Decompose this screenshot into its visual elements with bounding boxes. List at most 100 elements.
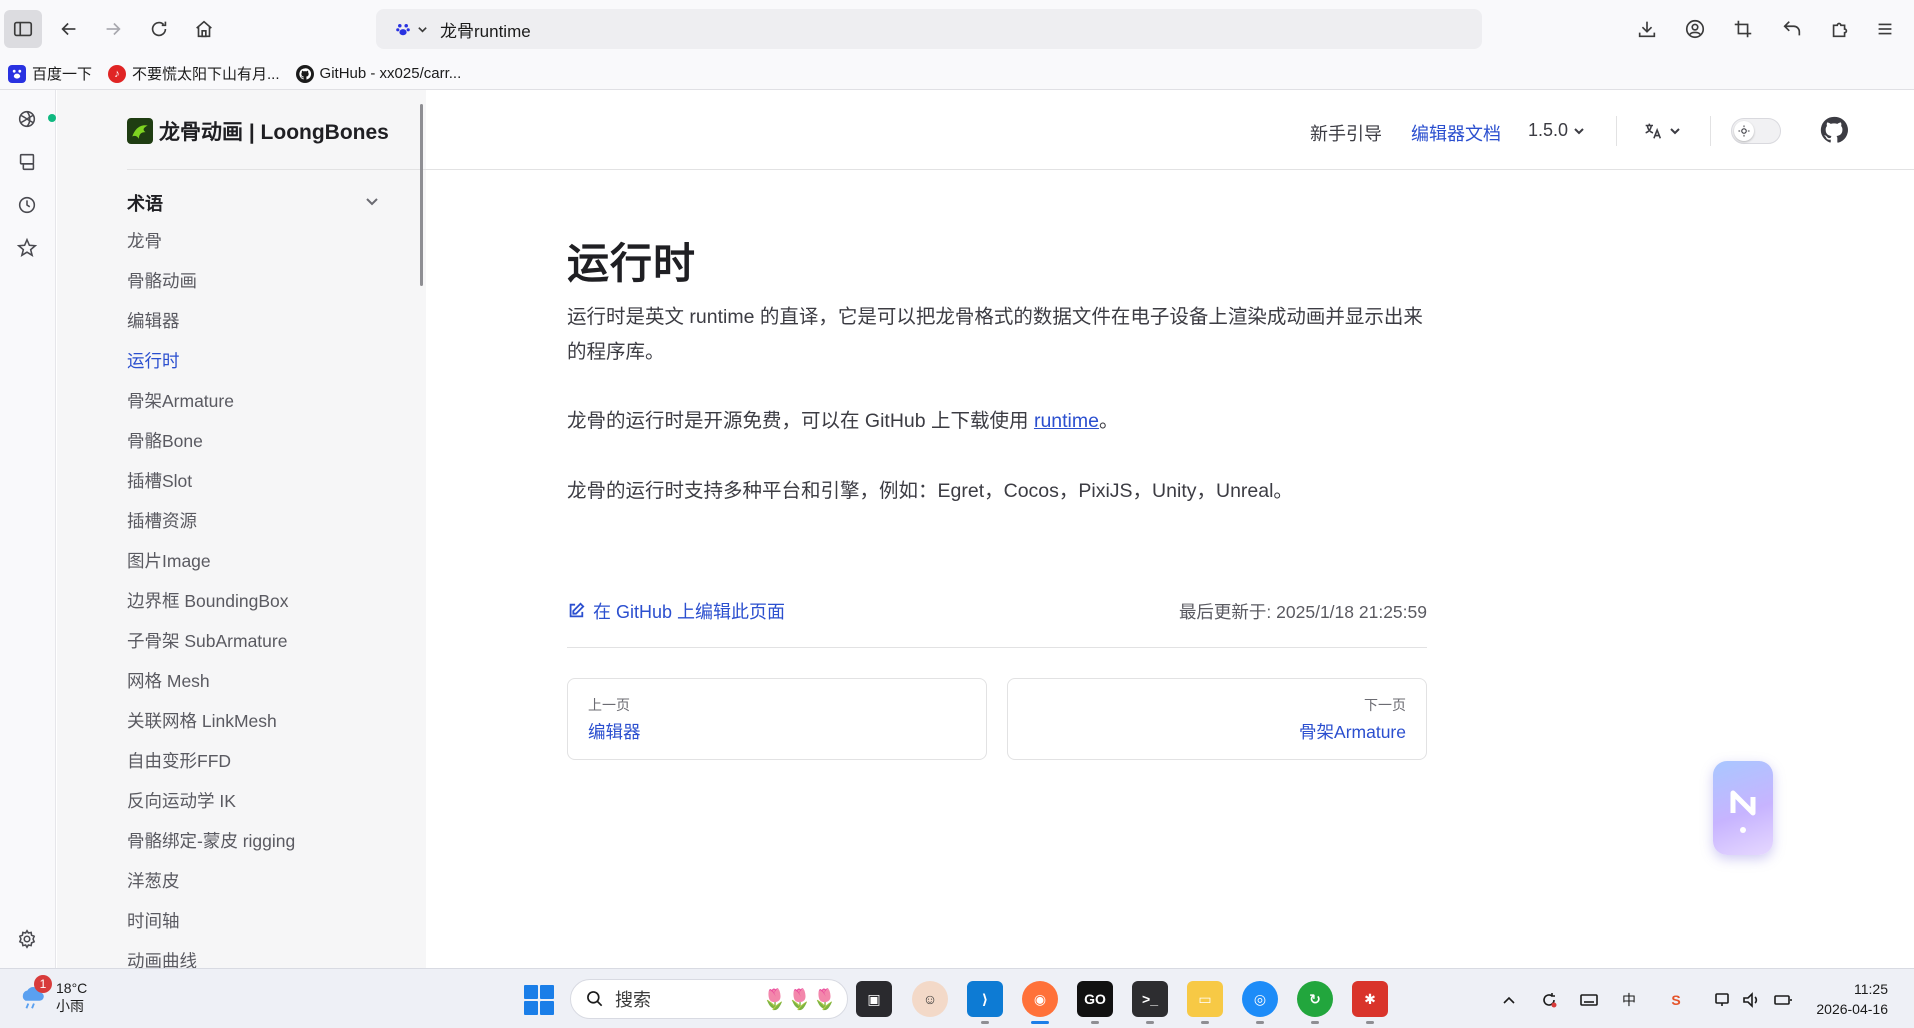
sidebar-item-longgu[interactable]: 龙骨 <box>127 230 295 270</box>
extensions-button[interactable] <box>1821 10 1859 48</box>
keyboard-tray-icon[interactable] <box>1578 989 1600 1011</box>
windows-taskbar: 1 18°C 小雨 搜索 🌷🌷🌷 ▣ ☺ ⟩ ◉ GO >_ ▭ ◎ ↻ ✱ 中… <box>0 968 1914 1028</box>
address-bar[interactable]: 龙骨runtime <box>376 9 1482 49</box>
sogou-ime-icon[interactable]: S <box>1665 989 1687 1011</box>
sidebar-item-armature[interactable]: 骨架Armature <box>127 390 295 430</box>
synced-tabs-button[interactable] <box>12 147 42 177</box>
sidebar-item-onion-skin[interactable]: 洋葱皮 <box>127 870 295 910</box>
github-link[interactable] <box>1820 116 1850 146</box>
avatar-app-icon[interactable]: ☺ <box>912 981 948 1017</box>
chevron-down-icon <box>1670 128 1680 135</box>
paragraph-open-source: 龙骨的运行时是开源免费，可以在 GitHub 上下载使用 runtime。 <box>567 404 1427 439</box>
weather-widget[interactable]: 1 18°C 小雨 <box>18 975 88 1015</box>
divider <box>1710 116 1711 146</box>
red-app-icon[interactable]: ✱ <box>1352 981 1388 1017</box>
volume-tray-icon[interactable] <box>1740 989 1762 1011</box>
sidebar-section-title[interactable]: 术语 <box>127 190 163 216</box>
bookmark-baidu[interactable]: 百度一下 <box>8 63 92 84</box>
sidebar-item-timeline[interactable]: 时间轴 <box>127 910 295 950</box>
terminal-icon[interactable]: >_ <box>1132 981 1168 1017</box>
screenshot-button[interactable] <box>1724 10 1762 48</box>
prev-page-link[interactable]: 上一页 编辑器 <box>567 678 987 760</box>
nav-guide-link[interactable]: 新手引导 <box>1310 120 1382 146</box>
reload-button[interactable] <box>140 10 178 48</box>
ai-chat-button[interactable] <box>12 104 56 134</box>
brand-title: 龙骨动画 | LoongBones <box>159 121 389 144</box>
sidebar-item-boundingbox[interactable]: 边界框 BoundingBox <box>127 590 295 630</box>
bookmark-label: 百度一下 <box>32 66 93 83</box>
account-button[interactable] <box>1676 10 1714 48</box>
sidebar-item-ik[interactable]: 反向运动学 IK <box>127 790 295 830</box>
firefox-icon[interactable]: ◉ <box>1022 981 1058 1017</box>
battery-tray-icon[interactable] <box>1772 989 1794 1011</box>
download-icon <box>1638 21 1656 38</box>
ime-indicator[interactable]: 中 <box>1618 989 1640 1011</box>
bookmarks-button[interactable] <box>12 233 42 263</box>
search-icon <box>587 991 603 1007</box>
forward-button[interactable] <box>94 10 132 48</box>
downloads-button[interactable] <box>1628 10 1666 48</box>
version-dropdown[interactable]: 1.5.0 <box>1528 120 1586 141</box>
site-brand[interactable]: 龙骨动画 | LoongBones <box>127 116 389 146</box>
sidebar-icon <box>13 21 33 37</box>
sidebar-item-ffd[interactable]: 自由变形FFD <box>127 750 295 790</box>
sidebar-item-subarmature[interactable]: 子骨架 SubArmature <box>127 630 295 670</box>
task-view-icon[interactable]: ▣ <box>856 981 892 1017</box>
bookmark-netease-music[interactable]: ♪ 不要慌太阳下山有月... <box>108 63 280 84</box>
home-button[interactable] <box>185 10 223 48</box>
sidebar-item-mesh[interactable]: 网格 Mesh <box>127 670 295 710</box>
tulips-icon: 🌷🌷🌷 <box>762 988 837 1011</box>
sidebar-item-slot[interactable]: 插槽Slot <box>127 470 295 510</box>
undo-button[interactable] <box>1773 10 1811 48</box>
paragraph-text: 。 <box>1098 410 1119 432</box>
tray-overflow-button[interactable] <box>1498 989 1520 1011</box>
sidebar-item-bone[interactable]: 骨骼Bone <box>127 430 295 470</box>
site-info-button[interactable] <box>386 14 436 44</box>
puzzle-icon <box>1832 22 1848 38</box>
back-button[interactable] <box>50 10 88 48</box>
sidebar-item-slot-resource[interactable]: 插槽资源 <box>127 510 295 550</box>
nav-editor-docs-link[interactable]: 编辑器文档 <box>1411 120 1501 146</box>
github-icon <box>1820 116 1848 143</box>
settings-button[interactable] <box>12 924 42 954</box>
sidebar-toggle-button[interactable] <box>4 10 42 48</box>
floating-assistant-button[interactable] <box>1713 761 1773 855</box>
next-page-link[interactable]: 下一页 骨架Armature <box>1007 678 1427 760</box>
sidebar-item-animation-curve[interactable]: 动画曲线 <box>127 950 295 968</box>
history-button[interactable] <box>12 190 42 220</box>
divider <box>127 169 426 170</box>
sidebar-item-rigging[interactable]: 骨骼绑定-蒙皮 rigging <box>127 830 295 870</box>
netease-music-icon: ♪ <box>108 64 127 83</box>
docs-top-nav: 新手引导 编辑器文档 1.5.0 <box>426 90 1914 170</box>
search-placeholder: 搜索 <box>615 990 651 1010</box>
goland-icon[interactable]: GO <box>1077 981 1113 1017</box>
sidebar-item-runtime[interactable]: 运行时 <box>127 350 295 390</box>
running-indicator <box>1366 1021 1374 1024</box>
tabs-sync-icon <box>19 153 35 171</box>
sidebar-scrollbar[interactable] <box>420 104 423 286</box>
green-app-icon[interactable]: ↻ <box>1297 981 1333 1017</box>
start-button[interactable] <box>524 985 554 1015</box>
weather-temp: 18°C <box>56 980 88 996</box>
sync-tray-icon[interactable] <box>1538 989 1560 1011</box>
collapse-section-button[interactable] <box>363 193 381 211</box>
language-dropdown[interactable] <box>1642 116 1682 146</box>
chevron-down-icon <box>417 26 427 33</box>
network-tray-icon[interactable] <box>1712 989 1734 1011</box>
bookmark-label: 不要慌太阳下山有月... <box>132 66 280 83</box>
vscode-icon[interactable]: ⟩ <box>967 981 1003 1017</box>
sidebar-item-editor[interactable]: 编辑器 <box>127 310 295 350</box>
runtime-link[interactable]: runtime <box>1034 410 1099 432</box>
menu-button[interactable] <box>1866 10 1904 48</box>
taskbar-search[interactable]: 搜索 🌷🌷🌷 <box>570 979 848 1019</box>
sidebar-item-skeletal-animation[interactable]: 骨骼动画 <box>127 270 295 310</box>
sidebar-item-image[interactable]: 图片Image <box>127 550 295 590</box>
theme-toggle[interactable] <box>1731 118 1781 144</box>
file-explorer-icon[interactable]: ▭ <box>1187 981 1223 1017</box>
browser-app-icon[interactable]: ◎ <box>1242 981 1278 1017</box>
taskbar-clock[interactable]: 11:25 2026-04-16 <box>1816 979 1888 1019</box>
sidebar-item-linkmesh[interactable]: 关联网格 LinkMesh <box>127 710 295 750</box>
edit-on-github-link[interactable]: 在 GitHub 上编辑此页面 <box>567 598 785 624</box>
bookmark-github[interactable]: GitHub - xx025/carr... <box>295 64 461 83</box>
url-text[interactable]: 龙骨runtime <box>440 17 531 42</box>
